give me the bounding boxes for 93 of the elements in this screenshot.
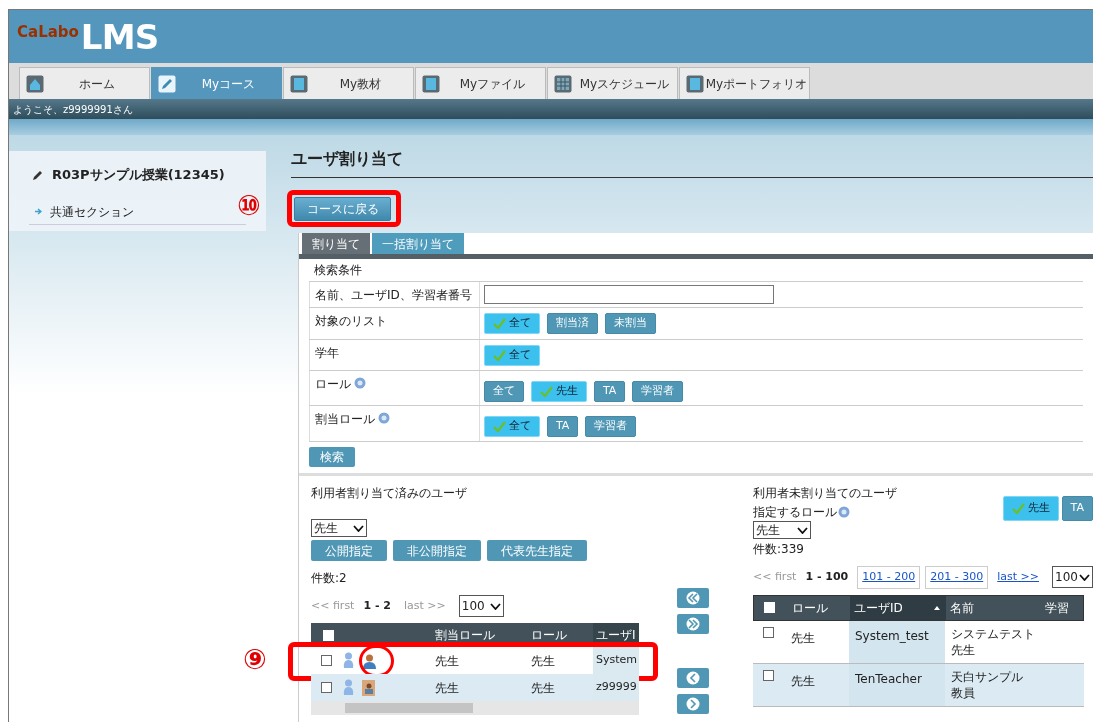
table-cell-text: 天白サンプル 教員 [950,668,1024,702]
column-header[interactable]: ユーザID [850,595,946,620]
user-icon [343,679,354,696]
record-count: 件数:2 [311,570,347,587]
checkbox[interactable] [321,655,332,666]
field-label: 指定するロール [753,504,837,521]
transfer-button[interactable] [677,614,709,634]
dropdown[interactable]: 先生 [753,521,811,539]
table-cell: System_test [849,620,945,663]
nav-tab[interactable]: Myファイル [415,67,546,99]
dropdown[interactable]: 100 [1052,566,1093,589]
toggle-button[interactable]: 先生 [531,380,587,402]
check-icon [493,349,506,361]
chevron-icon [489,602,501,610]
column-header[interactable]: ロール [531,626,593,644]
pencil-icon [31,168,44,182]
section-heading: 利用者未割り当てのユーザ [753,485,897,502]
toggle-button[interactable]: 先生 [1002,496,1059,521]
double-right-arrow-icon [686,617,700,631]
user-icon [343,652,354,669]
callout-number: ⑨ [243,646,267,674]
checkbox[interactable] [763,669,774,681]
sort-icon [934,605,940,610]
transfer-button[interactable] [677,588,709,608]
column-header[interactable]: ロール [788,595,850,620]
checkbox[interactable] [321,682,332,693]
column-header[interactable]: 学習 [1041,595,1081,620]
table-cell-text: 先生 [531,679,556,697]
calendar-icon [554,74,572,93]
page-title: ユーザ割り当て [291,149,403,168]
chevron-icon [353,524,364,532]
check-icon [493,421,506,432]
check-icon [493,318,506,329]
chevron-icon [797,526,808,534]
field-label: 割当ロール [315,411,375,428]
dropdown[interactable]: 先生 [311,519,367,537]
toggle-button[interactable]: 全て [484,313,540,334]
help-icon[interactable] [354,377,366,389]
pager-last[interactable]: last >> [997,569,1039,586]
toggle-button[interactable]: 全て [484,416,540,437]
welcome-text: ようこそ、z9999991さん [13,102,133,117]
page-link[interactable]: 201 - 300 [925,566,989,589]
section-heading: 検索条件 [313,262,363,279]
transfer-button[interactable] [677,668,709,688]
home-icon [26,74,44,93]
chevron-icon [1079,573,1090,581]
transfer-button[interactable] [677,694,709,714]
arrow-icon [35,208,42,215]
scrollbar[interactable] [311,701,639,715]
course-title: R03Pサンプル授業(12345) [52,166,225,185]
brand-logo: CaLabo [17,22,79,44]
table-cell-text: システムテスト 先生 [950,625,1036,659]
table-cell-text: 先生 [790,629,816,647]
panel-tab[interactable]: 割り当て [302,233,370,254]
dropdown[interactable]: 100 [458,595,504,617]
book-icon [686,74,704,93]
nav-tab[interactable]: Myスケジュール [547,67,678,99]
field-label: 対象のリスト [315,313,387,330]
pager-first: << first [753,569,797,585]
pager-first: << first [311,597,355,614]
pencil-icon [158,74,176,93]
toggle-button[interactable]: 全て [484,344,540,366]
nav-tab[interactable]: Myポートフォリオ [679,67,810,99]
double-left-arrow-icon [686,591,700,605]
check-icon [540,385,553,397]
nav-tab[interactable]: ホーム [19,67,150,99]
portrait-icon[interactable] [362,679,375,696]
field-label: 学年 [315,345,339,362]
book-icon [422,74,440,93]
table-cell-text: 先生 [435,652,460,670]
page-link[interactable]: 101 - 200 [857,566,921,589]
checkbox[interactable] [763,626,774,638]
field-label: ロール [315,376,351,393]
pager-current: 1 - 100 [805,569,849,585]
person-icon[interactable] [362,652,377,669]
help-icon[interactable] [378,412,390,424]
table-cell-text: 先生 [790,672,816,690]
table-cell: System [593,647,639,674]
column-header[interactable]: 割当ロール [435,626,531,644]
column-header[interactable]: 名前 [946,595,1041,620]
search-field[interactable] [484,285,774,304]
book-icon [290,74,308,93]
help-icon[interactable] [838,506,850,518]
table-cell-text: 先生 [435,679,460,697]
table-cell-text: 先生 [531,652,556,670]
field-label: 名前、ユーザID、学習者番号 [315,287,472,304]
product-logo: LMS [80,19,159,54]
record-count: 件数:339 [753,541,804,558]
section-heading: 利用者割り当て済みのユーザ [311,485,467,499]
check-icon [1011,503,1025,514]
nav-tab[interactable]: My教材 [283,67,414,99]
pager-current: 1 - 2 [363,597,391,614]
table-cell: TenTeacher [849,663,945,706]
